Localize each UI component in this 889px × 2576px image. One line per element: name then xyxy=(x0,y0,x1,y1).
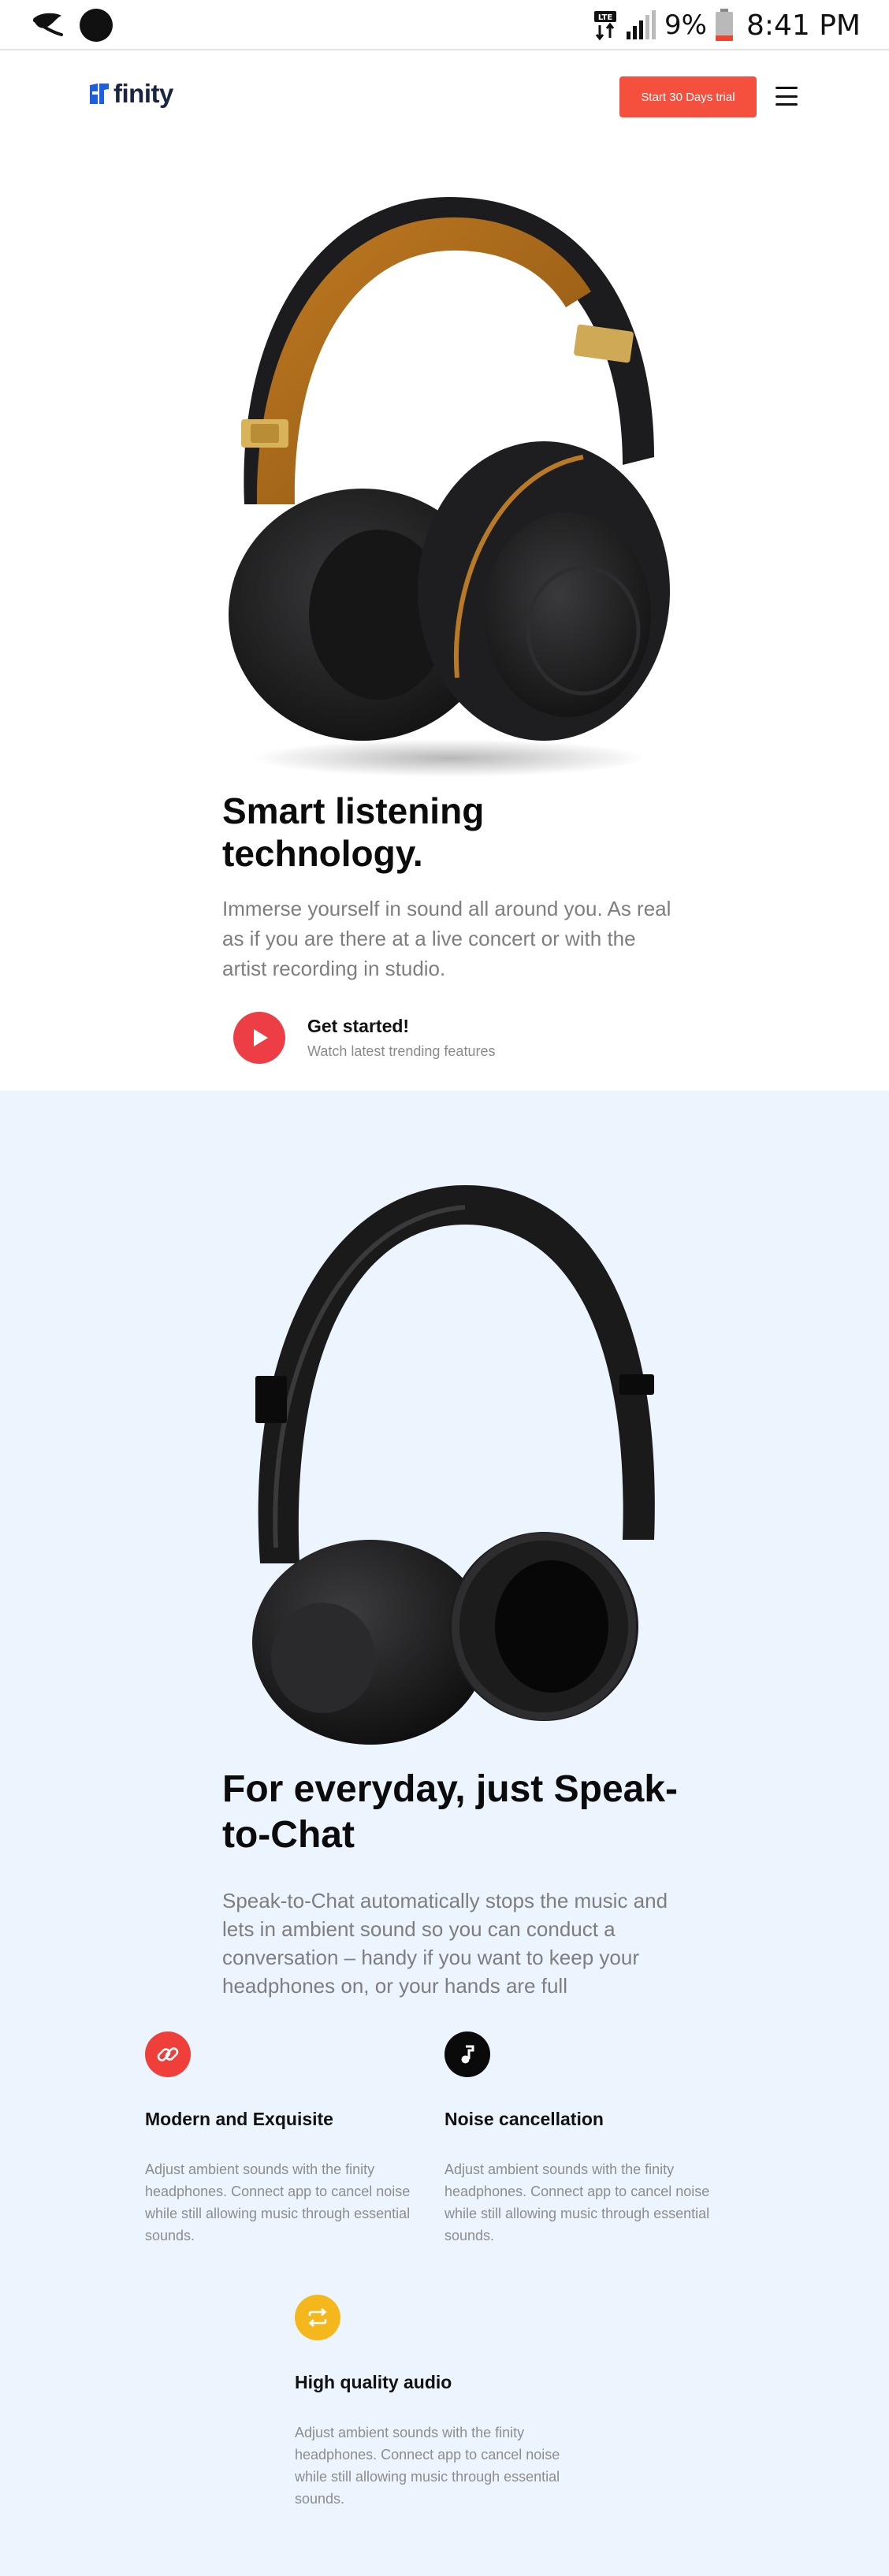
repeat-glyph xyxy=(308,2308,327,2327)
hamburger-menu-icon[interactable] xyxy=(776,87,798,106)
link-icon xyxy=(145,2031,191,2077)
battery-percent: 9% xyxy=(664,9,707,41)
status-bar: LTE 9% 8:41 PM xyxy=(0,0,889,50)
feature-noise-cancellation: Noise cancellation Adjust ambient sounds… xyxy=(444,2031,728,2247)
feature-description: Adjust ambient sounds with the finity he… xyxy=(145,2162,411,2243)
feature-title: Modern and Exquisite xyxy=(145,2109,333,2129)
logo[interactable]: finity xyxy=(88,79,173,109)
start-trial-button[interactable]: Start 30 Days trial xyxy=(619,76,757,117)
speak-to-chat-section: For everyday, just Speak-to-Chat Speak-t… xyxy=(0,1091,889,2576)
black-headphones-image xyxy=(252,1185,655,1745)
play-icon xyxy=(254,1029,268,1046)
feature-high-quality-audio: High quality audio Adjust ambient sounds… xyxy=(295,2295,578,2510)
music-note-glyph xyxy=(461,2045,474,2064)
music-note-icon xyxy=(444,2031,490,2077)
logo-text: finity xyxy=(113,79,173,108)
top-nav: finity Start 30 Days trial xyxy=(0,52,889,140)
clock: 8:41 PM xyxy=(746,9,861,42)
feature-modern-exquisite: Modern and Exquisite Adjust ambient soun… xyxy=(145,2031,429,2247)
play-button[interactable] xyxy=(233,1012,285,1064)
cta-title[interactable]: Get started! xyxy=(307,1016,495,1037)
feature-title: Noise cancellation xyxy=(444,2109,604,2129)
repeat-icon xyxy=(295,2295,340,2340)
section-description: Speak-to-Chat automatically stops the mu… xyxy=(222,1889,668,1998)
battery-icon xyxy=(715,9,733,41)
circle-notification-icon xyxy=(80,9,113,42)
hero-description: Immerse yourself in sound all around you… xyxy=(222,897,671,980)
leaf-notification-icon xyxy=(33,13,63,36)
feature-title: High quality audio xyxy=(295,2372,452,2392)
link-icon-glyph xyxy=(157,2047,179,2061)
status-bar-right: LTE 9% 8:41 PM xyxy=(593,6,861,44)
hero-title: Smart listening technology. xyxy=(222,790,485,874)
section-title: For everyday, just Speak-to-Chat xyxy=(222,1768,679,1856)
signal-icon xyxy=(626,10,656,39)
cta-text: Get started! Watch latest trending featu… xyxy=(307,1016,495,1060)
get-started-cta[interactable]: Get started! Watch latest trending featu… xyxy=(233,1012,495,1064)
finity-logo-icon xyxy=(90,84,109,104)
feature-description: Adjust ambient sounds with the finity he… xyxy=(444,2162,710,2243)
svg-text:LTE: LTE xyxy=(598,13,613,22)
status-bar-left xyxy=(30,8,113,43)
lte-icon: LTE xyxy=(593,11,616,41)
feature-description: Adjust ambient sounds with the finity he… xyxy=(295,2425,560,2507)
hero-headphones-image xyxy=(229,197,670,777)
cta-subtitle: Watch latest trending features xyxy=(307,1043,496,1059)
